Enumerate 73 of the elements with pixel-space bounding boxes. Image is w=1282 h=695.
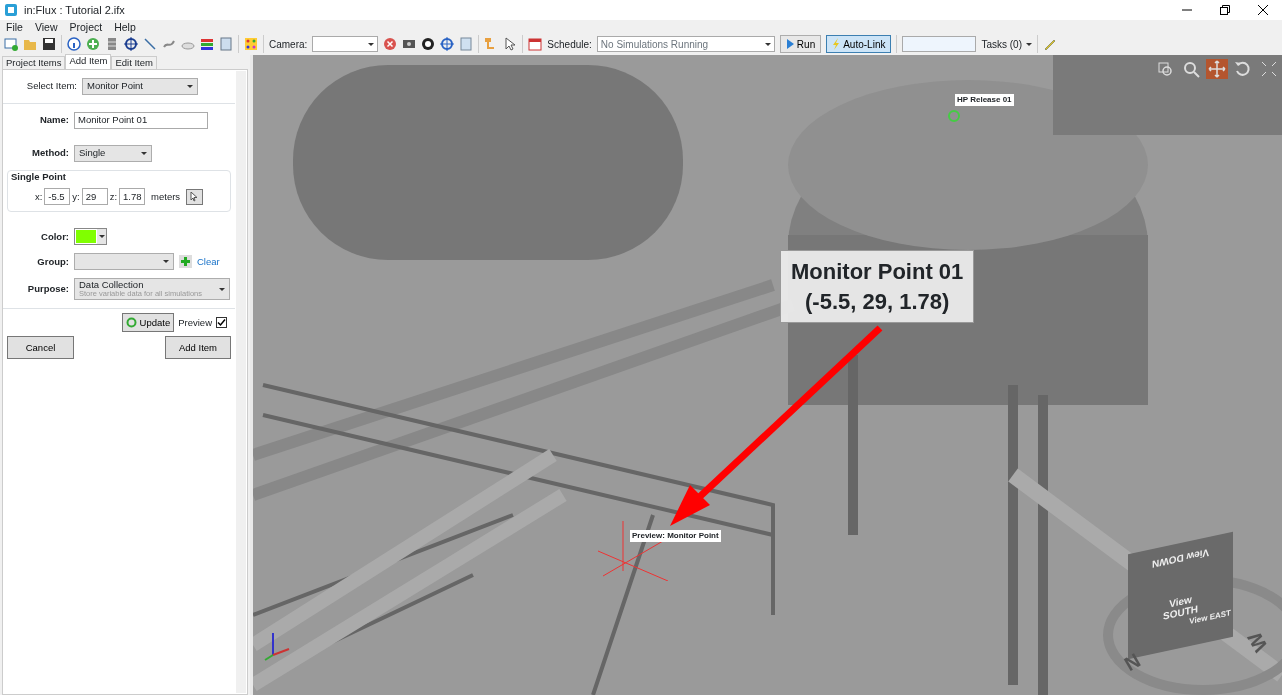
move-icon[interactable] [1206,59,1228,79]
delete-icon[interactable] [383,37,398,51]
field-label: Select Item: [25,79,77,94]
menu-item[interactable]: Help [114,20,136,33]
3d-viewport[interactable]: Monitor Point 01 (-5.5, 29, 1.78) Preview: Monitor Point HP Release 01 View DOWN View SOUTH View EAST N W [250,55,1282,695]
pencil-icon[interactable] [1043,37,1057,51]
add-circle-icon[interactable] [86,37,100,51]
release-tag: HP Release 01 [955,94,1014,106]
preview-tag: Preview: Monitor Point [630,530,721,542]
compass-letter: W [1242,627,1273,658]
run-button[interactable]: Run [779,35,822,53]
calendar-icon[interactable] [528,37,543,51]
panel-tab[interactable]: Add Item [65,54,112,69]
update-button[interactable]: Update [121,313,175,333]
app-icon [4,3,18,17]
menu-item[interactable]: View [34,20,58,33]
field-label: z: [109,189,118,204]
play-icon [785,39,794,49]
tasks-dropdown[interactable]: Tasks (0) [981,36,1032,52]
window-title: in:Flux : Tutorial 2.ifx [24,2,125,18]
field-label: Name: [38,113,69,128]
callout-label: Monitor Point 01 (-5.5, 29, 1.78) [780,250,975,324]
menu-item[interactable]: File [6,20,23,33]
search-field[interactable] [902,36,977,52]
scrollbar[interactable] [236,71,246,693]
clear-link[interactable]: Clear [197,254,220,269]
document-icon[interactable] [219,37,233,51]
save-icon[interactable] [42,37,56,51]
schedule-label: Schedule: [547,37,592,52]
pick-point-button[interactable] [186,188,204,205]
schedule-dropdown[interactable]: No Simulations Running [596,36,775,52]
panel-tab[interactable]: Project Items [2,56,66,69]
auto-link-button[interactable]: Auto-Link [826,35,892,53]
field-label: x: [34,189,43,204]
add-icon[interactable] [179,255,192,269]
preview-checkbox[interactable] [216,317,227,329]
name-field[interactable]: Monitor Point 01 [74,112,208,129]
panel-tab[interactable]: Edit Item [111,56,157,69]
target-icon[interactable] [124,37,138,51]
field-label: Purpose: [26,282,69,297]
layers-icon[interactable] [200,37,214,51]
field-label: Group: [36,254,69,269]
section-title: Single Point [11,170,67,184]
camera-label: Camera: [269,37,308,52]
color-picker[interactable] [74,228,107,246]
new-file-icon[interactable] [4,37,18,51]
z-field[interactable]: 1.78 [119,188,146,206]
release-marker-icon [947,109,961,123]
field-label: Method: [31,146,69,161]
palette-icon[interactable] [244,37,258,51]
crosshair-icon[interactable] [440,37,455,51]
camera-icon[interactable] [402,37,417,51]
unit-label: meters [151,189,181,204]
restore-icon[interactable] [1218,3,1232,17]
camera-dropdown[interactable] [312,36,379,52]
x-field[interactable]: -5.5 [44,188,71,206]
group-dropdown[interactable] [74,253,174,271]
info-icon[interactable] [67,37,81,51]
lightning-icon [832,38,841,50]
close-icon[interactable] [1256,3,1270,17]
cancel-button[interactable]: Cancel [7,336,74,360]
select-item-dropdown[interactable]: Monitor Point [82,78,198,95]
pointer-icon [190,191,200,202]
stack-icon[interactable] [105,37,119,51]
add-item-button[interactable]: Add Item [165,336,231,360]
pointer-icon[interactable] [503,37,518,51]
y-field[interactable]: 29 [81,188,108,206]
preview-label: Preview [178,315,212,330]
field-label: y: [72,189,80,204]
field-label: Color: [40,229,69,244]
line-icon[interactable] [143,37,157,51]
menu-item[interactable]: Project [69,20,103,33]
method-dropdown[interactable]: Single [74,145,152,162]
